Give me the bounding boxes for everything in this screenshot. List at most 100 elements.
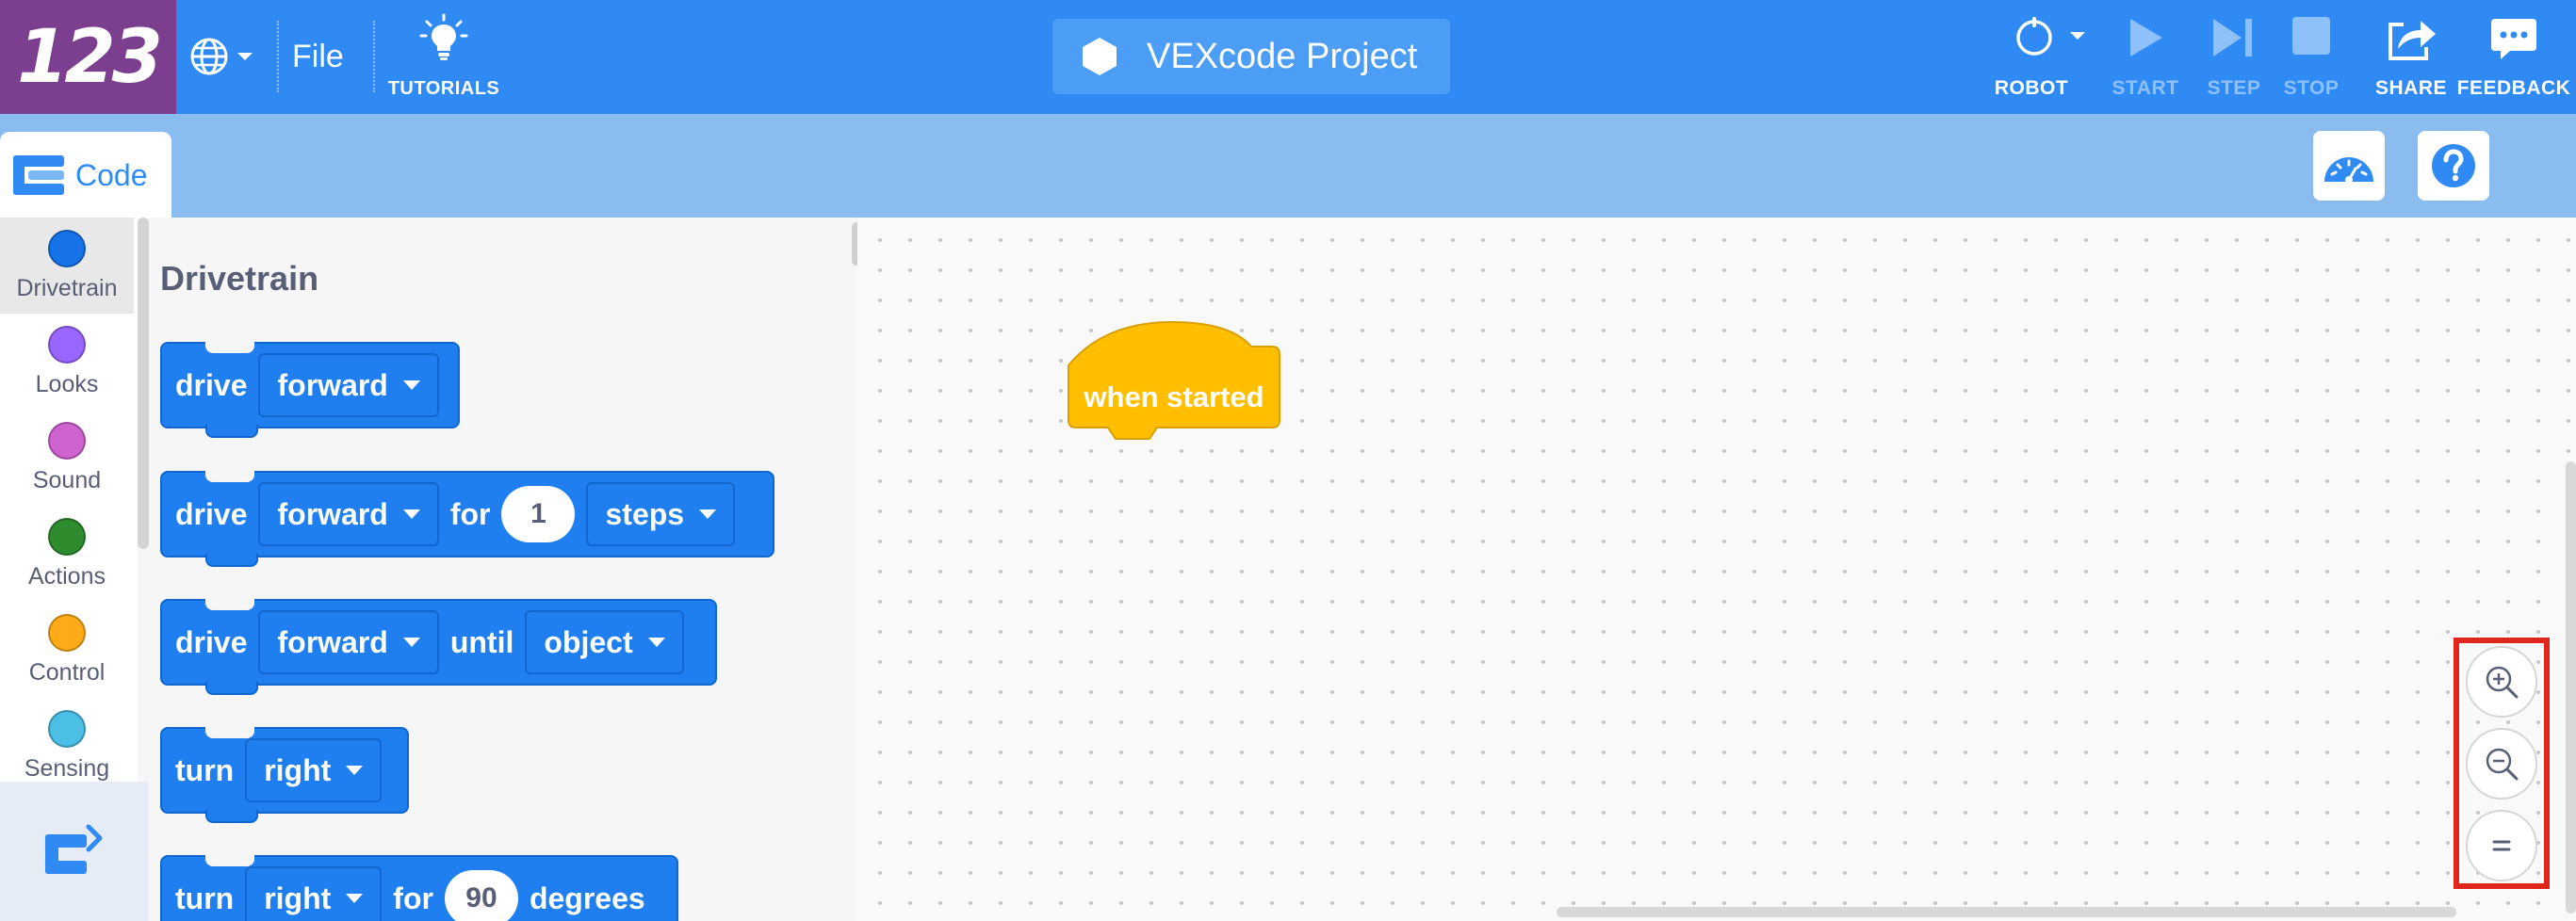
category-actions[interactable]: Actions (0, 506, 134, 602)
feedback-icon (2491, 19, 2536, 59)
block-label: drive (175, 624, 248, 659)
dropdown-value: object (544, 624, 633, 659)
category-scrollbar[interactable] (138, 218, 149, 549)
category-looks[interactable]: Looks (0, 314, 134, 410)
category-color-dot (48, 709, 86, 748)
dropdown-value: forward (277, 367, 388, 402)
direction-dropdown[interactable]: forward (258, 482, 439, 546)
tab-code[interactable]: Code (0, 132, 171, 218)
block-label: for (393, 881, 433, 915)
zoom-reset-button[interactable] (2466, 810, 2537, 881)
caret-down-icon (346, 766, 364, 775)
dropdown-value: right (264, 752, 332, 787)
help-icon (2432, 144, 2475, 187)
category-color-dot (48, 229, 86, 267)
help-button[interactable] (2418, 131, 2489, 201)
feedback-button[interactable]: FEEDBACK (2456, 15, 2571, 100)
category-label: Drivetrain (16, 274, 118, 301)
palette-section-title: Drivetrain (160, 259, 319, 298)
play-icon (2130, 19, 2162, 57)
stop-button[interactable]: STOP (2273, 15, 2350, 100)
drive-block[interactable]: drive forward (160, 342, 460, 438)
editor-tab-bar (0, 114, 2576, 218)
tutorials-button[interactable]: TUTORIALS (383, 13, 505, 100)
category-color-dot (48, 325, 86, 364)
extensions-button[interactable] (0, 782, 149, 921)
workspace-vertical-scrollbar[interactable] (2566, 461, 2576, 913)
caret-down-icon (699, 509, 717, 519)
zoom-out-button[interactable] (2466, 728, 2537, 800)
toolbar-divider (277, 21, 279, 92)
drive-for-block[interactable]: drive forward for 1 steps (160, 471, 774, 567)
dashboard-button[interactable] (2313, 131, 2385, 201)
step-button[interactable]: STEP (2195, 15, 2273, 100)
turn-block[interactable]: turn right (160, 727, 409, 823)
block-label: turn (175, 752, 235, 787)
category-label: Sensing (24, 754, 110, 782)
hexagon-icon (1083, 38, 1117, 75)
category-sensing[interactable]: Sensing (0, 698, 134, 794)
feedback-label: FEEDBACK (2456, 77, 2571, 99)
tab-code-label: Code (75, 157, 148, 192)
category-label: Looks (35, 370, 99, 397)
turn-direction-dropdown[interactable]: right (245, 738, 383, 802)
unit-dropdown[interactable]: steps (586, 482, 736, 546)
block-label: drive (175, 367, 248, 402)
globe-icon (190, 38, 228, 75)
language-menu-button[interactable] (188, 26, 273, 87)
app-logo[interactable]: 123 (0, 0, 176, 114)
stop-icon (2292, 17, 2330, 55)
category-color-dot (48, 613, 86, 652)
file-menu-button[interactable]: File (283, 28, 353, 85)
caret-down-icon (346, 894, 364, 903)
caret-down-icon (402, 509, 420, 519)
stop-label: STOP (2283, 77, 2340, 99)
block-label: drive (175, 496, 248, 531)
extensions-icon (45, 824, 103, 874)
logo-text: 123 (17, 14, 163, 100)
when-started-block[interactable]: when started (1067, 320, 1281, 443)
dropdown-value: forward (277, 496, 388, 531)
category-menu: Drivetrain Looks Sound Actions Control S… (0, 218, 138, 783)
chevron-down-icon (237, 53, 253, 60)
turn-for-block[interactable]: turn right for 90 degrees (160, 855, 678, 921)
dropdown-value: steps (605, 496, 685, 531)
zoom-in-button[interactable] (2466, 646, 2537, 718)
toolbar-divider (373, 21, 375, 92)
degrees-number-input[interactable]: 90 (444, 870, 518, 921)
start-label: START (2111, 77, 2179, 99)
tutorials-label: TUTORIALS (387, 78, 500, 99)
zoom-reset-icon (2492, 840, 2511, 851)
blocks-icon (13, 155, 64, 195)
step-icon (2213, 19, 2252, 57)
zoom-out-icon (2486, 748, 2519, 781)
category-control[interactable]: Control (0, 602, 134, 698)
workspace-horizontal-scrollbar[interactable] (1557, 907, 2456, 917)
category-sound[interactable]: Sound (0, 410, 134, 506)
steps-number-input[interactable]: 1 (501, 486, 576, 542)
category-drivetrain[interactable]: Drivetrain (0, 218, 134, 314)
dropdown-value: forward (277, 624, 388, 659)
share-label: SHARE (2374, 77, 2447, 99)
robot-icon (2016, 17, 2052, 56)
direction-dropdown[interactable]: forward (258, 353, 439, 417)
category-label: Sound (32, 466, 102, 493)
block-label: for (449, 496, 491, 531)
project-name-field[interactable]: VEXcode Project (1052, 19, 1450, 94)
dropdown-value: right (264, 881, 332, 915)
category-color-dot (48, 517, 86, 556)
start-button[interactable]: START (2105, 15, 2186, 100)
turn-direction-dropdown[interactable]: right (245, 866, 383, 921)
robot-button[interactable]: ROBOT (1984, 15, 2085, 100)
condition-dropdown[interactable]: object (525, 610, 684, 674)
category-label: Actions (28, 562, 106, 590)
caret-down-icon (647, 638, 665, 647)
direction-dropdown[interactable]: forward (258, 610, 439, 674)
caret-down-icon (402, 638, 420, 647)
step-label: STEP (2207, 77, 2261, 99)
share-button[interactable]: SHARE (2369, 15, 2454, 100)
category-color-dot (48, 421, 86, 460)
block-label: turn (175, 881, 235, 915)
category-label: Control (28, 658, 106, 686)
drive-until-block[interactable]: drive forward until object (160, 599, 717, 695)
